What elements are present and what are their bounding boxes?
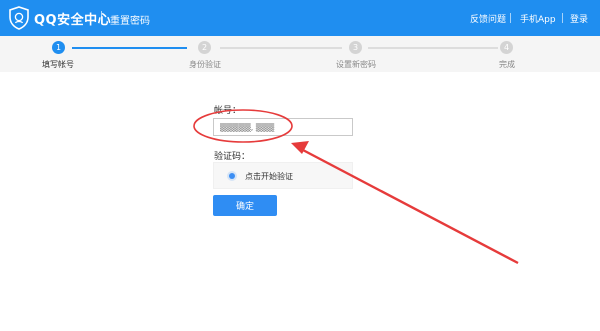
nav-login-link[interactable]: 登录 — [570, 12, 588, 25]
captcha-dot-icon — [229, 173, 235, 179]
qq-security-shield-icon[interactable] — [8, 6, 30, 30]
confirm-button[interactable]: 确定 — [213, 195, 277, 216]
step-4-label: 完成 — [499, 60, 515, 69]
step-progress: 1 2 3 4 填写帐号 身份验证 设置新密码 完成 — [0, 36, 600, 72]
step-connector — [368, 47, 498, 49]
captcha-prompt: 点击开始验证 — [245, 172, 293, 181]
account-label: 帐号： — [214, 106, 242, 116]
step-2-label: 身份验证 — [189, 60, 221, 69]
nav-divider — [510, 13, 511, 23]
step-connector-done — [72, 47, 187, 49]
account-input[interactable] — [213, 118, 353, 136]
step-3-circle: 3 — [349, 41, 362, 54]
brand-title[interactable]: QQ安全中心 — [34, 9, 111, 28]
header-divider — [101, 11, 102, 24]
step-1-circle: 1 — [52, 41, 65, 54]
captcha-widget[interactable]: 点击开始验证 — [213, 162, 353, 189]
step-4-circle: 4 — [500, 41, 513, 54]
step-2-circle: 2 — [198, 41, 211, 54]
nav-mobile-app-link[interactable]: 手机App — [520, 12, 556, 25]
nav-feedback-link[interactable]: 反馈问题 — [470, 12, 506, 25]
step-3-label: 设置新密码 — [336, 60, 376, 69]
step-connector — [220, 47, 342, 49]
header-bar: QQ安全中心 重置密码 反馈问题 手机App 登录 — [0, 0, 600, 36]
captcha-label: 验证码： — [214, 152, 251, 162]
page-title: 重置密码 — [110, 16, 150, 27]
step-1-label: 填写帐号 — [42, 60, 74, 69]
annotation-arrow-head — [291, 141, 309, 154]
nav-divider — [562, 13, 563, 23]
